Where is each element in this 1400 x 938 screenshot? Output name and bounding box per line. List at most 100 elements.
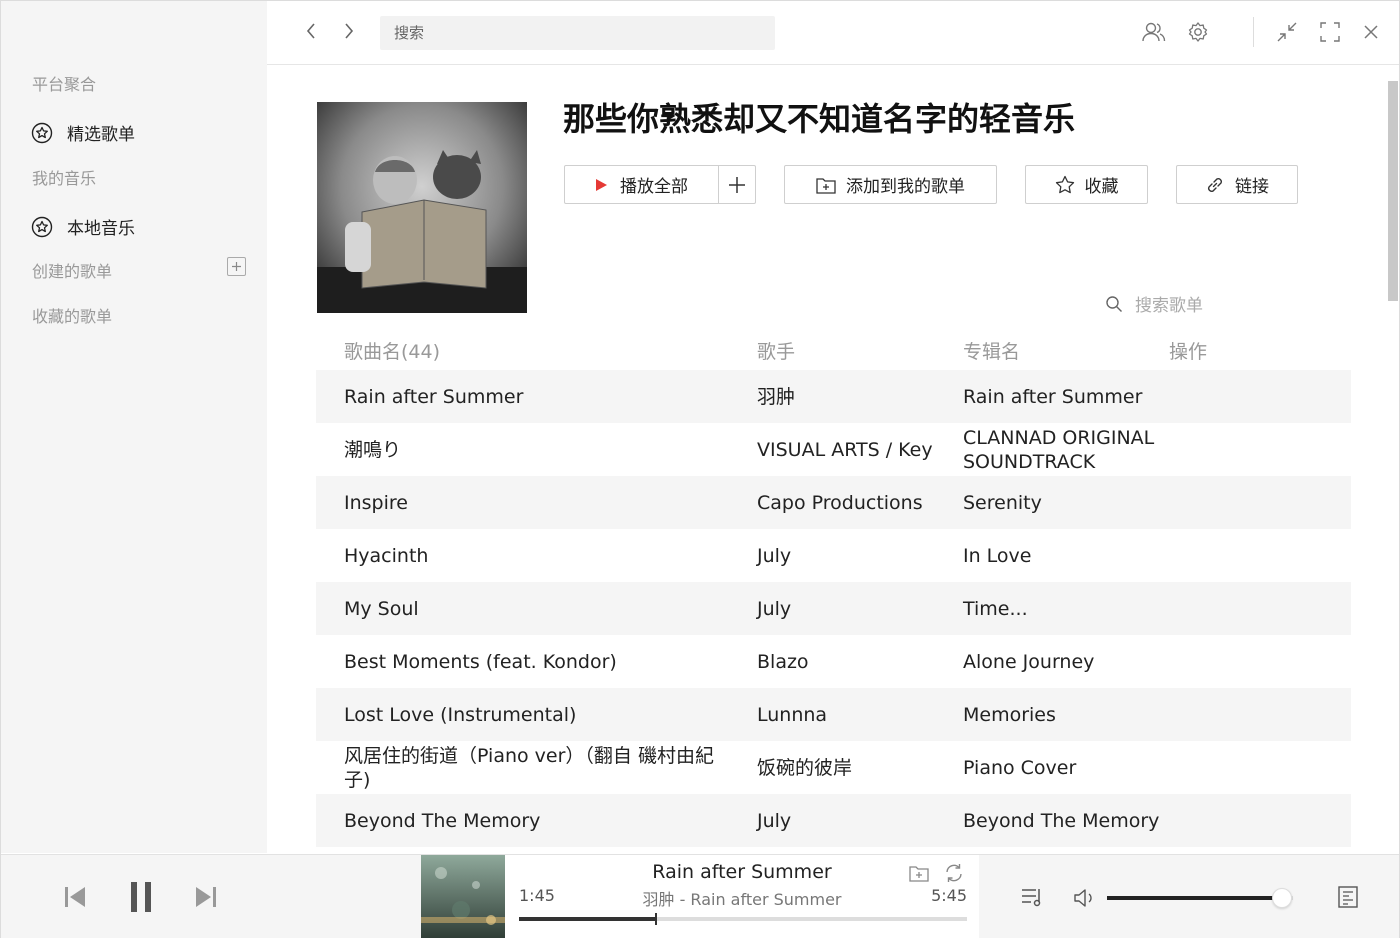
song-name: Hyacinth (344, 544, 429, 567)
table-row[interactable]: 潮鳴り VISUAL ARTS / Key CLANNAD ORIGINAL S… (316, 423, 1351, 476)
song-name: Inspire (344, 491, 408, 514)
collect-button[interactable]: 收藏 (1025, 165, 1148, 204)
table-row[interactable]: My Soul July Time... (316, 582, 1351, 635)
link-icon (1205, 175, 1225, 195)
toolbar-divider (1253, 17, 1254, 47)
song-artist[interactable]: VISUAL ARTS / Key (757, 423, 947, 476)
volume-handle[interactable] (1271, 888, 1292, 908)
search-icon (1105, 295, 1123, 313)
fullscreen-icon[interactable] (1317, 19, 1343, 45)
collect-label: 收藏 (1084, 177, 1119, 197)
sidebar-section-created[interactable]: 创建的歌单 (32, 258, 112, 282)
song-album[interactable]: Memories (963, 688, 1183, 741)
song-artist[interactable]: 饭碗的彼岸 (757, 741, 947, 794)
add-to-my-playlist-label: 添加到我的歌单 (846, 177, 965, 197)
total-time: 5:45 (931, 886, 967, 905)
lyrics-button[interactable] (1335, 884, 1361, 910)
add-to-queue-button[interactable] (719, 166, 755, 203)
header-song-name[interactable]: 歌曲名(44) (344, 337, 440, 364)
add-to-playlist-icon[interactable] (907, 861, 931, 885)
header-album[interactable]: 专辑名 (963, 337, 1020, 364)
pause-icon (131, 882, 151, 912)
progress-handle[interactable] (655, 913, 658, 925)
playlist-queue-button[interactable] (1019, 885, 1045, 909)
repeat-icon[interactable] (942, 861, 966, 885)
song-name: 潮鳴り (344, 438, 402, 461)
settings-gear-icon[interactable] (1185, 19, 1211, 45)
song-album[interactable]: Beyond The Memory (963, 794, 1183, 847)
user-icon[interactable] (1141, 19, 1167, 45)
star-circle-icon (31, 122, 53, 144)
song-name: Lost Love (Instrumental) (344, 703, 577, 726)
now-playing-panel: Rain after Summer 羽肿 - Rain after Summer… (421, 855, 979, 938)
song-artist[interactable]: Capo Productions (757, 476, 947, 529)
song-table: Rain after Summer 羽肿 Rain after Summer 潮… (316, 370, 1351, 847)
search-input[interactable] (380, 16, 775, 50)
song-album[interactable]: In Love (963, 529, 1183, 582)
song-album[interactable]: Rain after Summer (963, 370, 1183, 423)
song-album[interactable]: Alone Journey (963, 635, 1183, 688)
forward-button[interactable] (337, 19, 361, 43)
song-name: Best Moments (feat. Kondor) (344, 650, 617, 673)
add-playlist-button[interactable] (227, 257, 246, 276)
play-all-button[interactable]: 播放全部 (565, 166, 719, 203)
folder-add-icon (816, 176, 836, 194)
lyrics-icon (1338, 886, 1358, 908)
main-scrollbar-thumb[interactable] (1388, 81, 1398, 301)
song-artist[interactable]: July (757, 582, 947, 635)
sidebar-item-featured[interactable]: 精选歌单 (31, 120, 135, 145)
song-album[interactable]: Serenity (963, 476, 1183, 529)
app-window: 平台聚合 精选歌单 我的音乐 本地音乐 创建的歌单 收藏的歌单 搜索 那些你熟悉… (0, 0, 1400, 938)
current-time: 1:45 (519, 886, 555, 905)
progress-fill (519, 917, 657, 921)
sidebar-section-my-music: 我的音乐 (32, 169, 97, 188)
sidebar-section-platform: 平台聚合 (32, 75, 97, 94)
song-artist[interactable]: July (757, 529, 947, 582)
song-album[interactable]: CLANNAD ORIGINAL SOUNDTRACK (963, 423, 1183, 476)
song-album[interactable]: Piano Cover (963, 741, 1183, 794)
sidebar-item-label: 精选歌单 (67, 125, 135, 145)
playlist-search[interactable]: 搜索歌单 (1105, 291, 1203, 316)
back-button[interactable] (299, 19, 323, 43)
song-artist[interactable]: Blazo (757, 635, 947, 688)
table-row[interactable]: Lost Love (Instrumental) Lunnna Memories (316, 688, 1351, 741)
player-bar: Rain after Summer 羽肿 - Rain after Summer… (1, 854, 1399, 938)
queue-icon (1022, 889, 1041, 907)
volume-button[interactable] (1072, 886, 1098, 910)
previous-track-button[interactable] (63, 883, 87, 911)
song-artist[interactable]: Lunnna (757, 688, 947, 741)
star-icon (1055, 175, 1075, 195)
progress-bar[interactable] (519, 913, 967, 925)
link-button[interactable]: 链接 (1176, 165, 1298, 204)
pause-button[interactable] (127, 880, 155, 914)
play-all-group: 播放全部 (564, 165, 756, 204)
add-to-my-playlist-button[interactable]: 添加到我的歌单 (784, 165, 997, 204)
song-album[interactable]: Time... (963, 582, 1183, 635)
volume-slider[interactable] (1107, 888, 1293, 908)
star-circle-icon (31, 216, 53, 238)
song-name: My Soul (344, 597, 419, 620)
volume-fill (1107, 896, 1282, 900)
table-row[interactable]: Beyond The Memory July Beyond The Memory (316, 794, 1351, 847)
next-track-button[interactable] (194, 883, 218, 911)
now-playing-artwork[interactable] (421, 855, 505, 938)
song-name: Rain after Summer (344, 385, 524, 408)
table-row[interactable]: Rain after Summer 羽肿 Rain after Summer (316, 370, 1351, 423)
song-artist[interactable]: 羽肿 (757, 370, 947, 423)
header-artist[interactable]: 歌手 (757, 337, 795, 364)
song-artist[interactable]: July (757, 794, 947, 847)
play-icon (595, 178, 608, 192)
playlist-title: 那些你熟悉却又不知道名字的轻音乐 (563, 100, 1076, 138)
link-label: 链接 (1235, 177, 1269, 197)
table-row[interactable]: Hyacinth July In Love (316, 529, 1351, 582)
next-icon (196, 887, 216, 907)
close-icon[interactable] (1358, 19, 1384, 45)
table-row[interactable]: Inspire Capo Productions Serenity (316, 476, 1351, 529)
sidebar-section-collected[interactable]: 收藏的歌单 (32, 303, 112, 327)
table-row[interactable]: Best Moments (feat. Kondor) Blazo Alone … (316, 635, 1351, 688)
song-table-header: 歌曲名(44) 歌手 专辑名 操作 (316, 333, 1351, 369)
table-row[interactable]: 风居住的街道（Piano ver）（翻自 磯村由紀子) 饭碗的彼岸 Piano … (316, 741, 1351, 794)
mini-mode-icon[interactable] (1274, 19, 1300, 45)
plus-icon (729, 176, 745, 193)
sidebar-item-local[interactable]: 本地音乐 (31, 214, 135, 239)
